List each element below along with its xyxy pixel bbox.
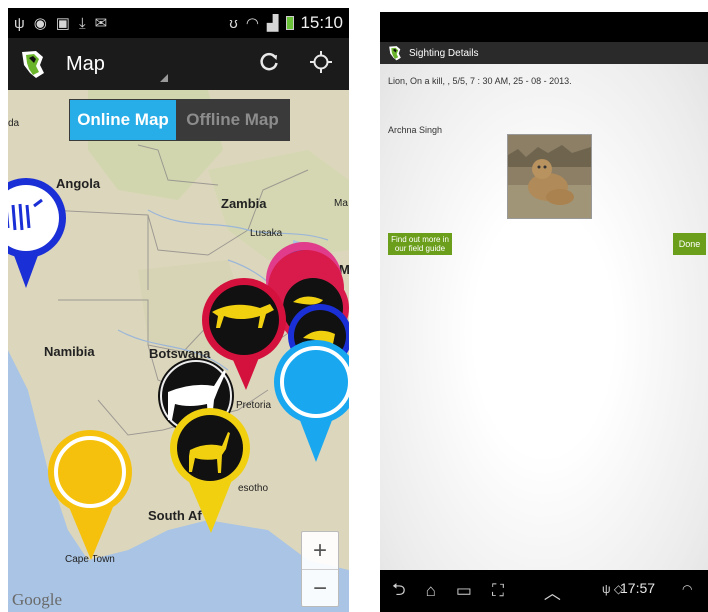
vibrate-icon: ʊ bbox=[229, 14, 238, 32]
recent-apps-icon[interactable]: ▭ bbox=[456, 581, 472, 601]
offline-map-button[interactable]: Offline Map bbox=[176, 100, 289, 140]
done-button[interactable]: Done bbox=[673, 233, 706, 255]
locate-icon[interactable] bbox=[310, 51, 332, 79]
home-icon[interactable]: ⌂ bbox=[426, 581, 436, 601]
zebra-marker[interactable] bbox=[8, 178, 66, 288]
system-nav-bar: ⮌ ⌂ ▭ ⛶ ︿ bbox=[380, 570, 708, 612]
signal-icon: ▟ bbox=[266, 15, 279, 32]
battery-icon bbox=[286, 16, 295, 30]
app-logo-icon bbox=[386, 44, 404, 62]
action-bar: Map bbox=[8, 38, 349, 90]
screenshot-icon[interactable]: ⛶ bbox=[492, 581, 504, 601]
chevron-up-icon[interactable]: ︿ bbox=[544, 579, 561, 604]
zoom-controls: + − bbox=[301, 531, 339, 607]
page-title[interactable]: Map bbox=[66, 53, 105, 76]
app-logo-icon[interactable] bbox=[16, 47, 50, 81]
download-icon: ⤓ bbox=[78, 14, 86, 32]
page-title: Sighting Details bbox=[409, 47, 479, 59]
wifi-icon: ◠ bbox=[245, 15, 259, 32]
map-view[interactable]: da Angola Zambia Ma Lusaka Mo Namibia Bo… bbox=[8, 90, 349, 612]
gps-icon: ◉ bbox=[33, 15, 47, 32]
nav-time: 17:57 bbox=[620, 580, 656, 596]
map-attribution: Google bbox=[12, 590, 63, 609]
status-bar: ψ ◉ ▣ ⤓ ✉ ʊ ◠ ▟ 15:10 bbox=[8, 8, 349, 38]
sighting-details-screen: Sighting Details Lion, On a kill, , 5/5,… bbox=[380, 12, 708, 612]
sighting-summary: Lion, On a kill, , 5/5, 7 : 30 AM, 25 - … bbox=[388, 76, 572, 86]
zoom-in-button[interactable]: + bbox=[302, 532, 338, 570]
status-time: 15:10 bbox=[300, 13, 343, 32]
sighting-marker-blue[interactable] bbox=[274, 340, 349, 462]
title-bar: Sighting Details bbox=[380, 42, 708, 64]
zoom-out-button[interactable]: − bbox=[302, 570, 338, 608]
sighting-marker-yellow[interactable] bbox=[48, 430, 132, 560]
wifi-icon: ◠ bbox=[682, 582, 693, 596]
map-screen: ψ ◉ ▣ ⤓ ✉ ʊ ◠ ▟ 15:10 Map da Angola Zamb… bbox=[8, 8, 349, 612]
details-content: Sighting Details Lion, On a kill, , 5/5,… bbox=[380, 42, 708, 570]
back-icon[interactable]: ⮌ bbox=[392, 577, 406, 606]
springbok-marker[interactable] bbox=[170, 408, 250, 533]
sim-icon: ▣ bbox=[55, 15, 70, 32]
field-guide-button[interactable]: Find out more in our field guide bbox=[388, 233, 452, 255]
spinner-indicator[interactable] bbox=[160, 74, 168, 82]
usb-icon: ψ bbox=[14, 14, 25, 32]
sighting-photo[interactable] bbox=[507, 134, 592, 219]
map-mode-toggle: Online Map Offline Map bbox=[69, 99, 290, 141]
online-map-button[interactable]: Online Map bbox=[70, 100, 176, 140]
reporter-name: Archna Singh bbox=[388, 125, 443, 135]
mail-icon: ✉ bbox=[94, 15, 108, 32]
refresh-icon[interactable] bbox=[258, 51, 280, 79]
